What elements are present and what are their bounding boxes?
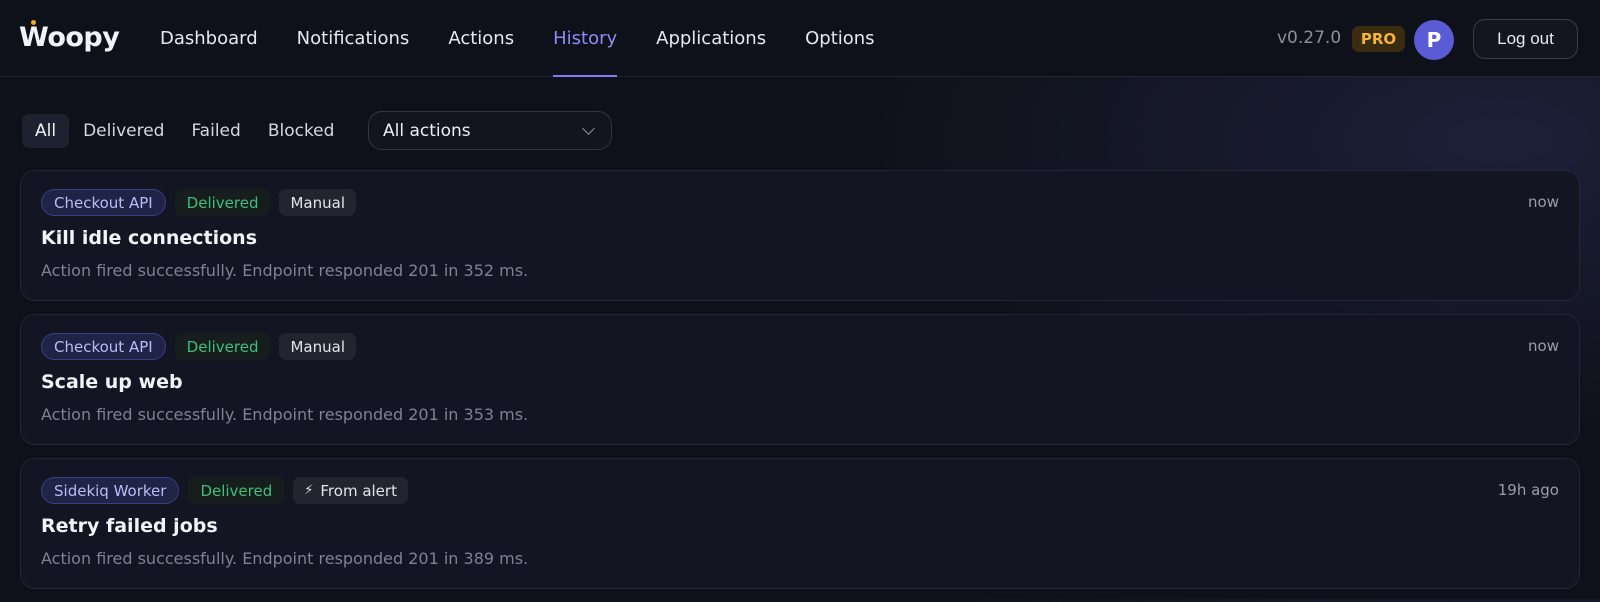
chevron-down-icon xyxy=(582,121,595,135)
source-badge: ⚡︎ From alert xyxy=(293,477,408,504)
logo-dot-icon xyxy=(31,20,36,25)
application-tag[interactable]: Sidekiq Worker xyxy=(41,477,180,504)
nav-options[interactable]: Options xyxy=(805,0,874,77)
history-item-time: now xyxy=(1528,337,1559,355)
history-item-title: Retry failed jobs xyxy=(41,515,218,537)
source-label: Manual xyxy=(290,337,345,356)
nav-actions[interactable]: Actions xyxy=(448,0,514,77)
app-logo[interactable]: Woopy xyxy=(19,20,120,53)
source-label: Manual xyxy=(290,193,345,212)
history-item[interactable]: Checkout API Delivered Manual now Kill i… xyxy=(20,170,1580,301)
history-item-time: now xyxy=(1528,193,1559,211)
history-item-time: 19h ago xyxy=(1497,481,1559,499)
logout-button[interactable]: Log out xyxy=(1473,19,1578,59)
application-tag[interactable]: Checkout API xyxy=(41,333,166,360)
action-filter-value: All actions xyxy=(383,120,471,141)
history-item-tags: Checkout API Delivered Manual xyxy=(41,189,365,216)
history-item-tags: Checkout API Delivered Manual xyxy=(41,333,365,360)
bolt-icon: ⚡︎ xyxy=(304,483,314,498)
source-badge: Manual xyxy=(279,333,356,360)
source-badge: Manual xyxy=(279,189,356,216)
status-filter-tabs: All Delivered Failed Blocked xyxy=(22,113,348,149)
app-version: v0.27.0 xyxy=(1277,28,1342,48)
top-navigation-bar: Woopy Dashboard Notifications Actions Hi… xyxy=(0,0,1600,77)
nav-applications[interactable]: Applications xyxy=(656,0,766,77)
pro-badge: PRO xyxy=(1352,26,1405,52)
action-filter-select[interactable]: All actions xyxy=(368,111,612,150)
history-item-tags: Sidekiq Worker Delivered ⚡︎ From alert xyxy=(41,477,417,504)
user-avatar[interactable]: P xyxy=(1414,20,1454,60)
source-label: From alert xyxy=(320,481,397,500)
filter-tab-failed[interactable]: Failed xyxy=(178,114,253,148)
status-badge: Delivered xyxy=(188,477,285,504)
filter-tab-delivered[interactable]: Delivered xyxy=(70,114,177,148)
filter-tab-all[interactable]: All xyxy=(22,114,70,148)
history-item[interactable]: Sidekiq Worker Delivered ⚡︎ From alert 1… xyxy=(20,458,1580,589)
status-badge: Delivered xyxy=(174,333,271,360)
history-item-message: Action fired successfully. Endpoint resp… xyxy=(41,549,529,568)
history-item-title: Scale up web xyxy=(41,371,183,393)
history-item-message: Action fired successfully. Endpoint resp… xyxy=(41,405,529,424)
nav-dashboard[interactable]: Dashboard xyxy=(160,0,258,77)
status-badge: Delivered xyxy=(174,189,271,216)
history-item-title: Kill idle connections xyxy=(41,227,258,249)
main-nav: Dashboard Notifications Actions History … xyxy=(160,0,914,77)
history-list: Checkout API Delivered Manual now Kill i… xyxy=(20,170,1580,602)
nav-history[interactable]: History xyxy=(553,0,618,77)
nav-notifications[interactable]: Notifications xyxy=(297,0,410,77)
filter-tab-blocked[interactable]: Blocked xyxy=(255,114,348,148)
logo-text: Woopy xyxy=(19,22,120,53)
application-tag[interactable]: Checkout API xyxy=(41,189,166,216)
history-item-message: Action fired successfully. Endpoint resp… xyxy=(41,261,529,280)
history-item[interactable]: Checkout API Delivered Manual now Scale … xyxy=(20,314,1580,445)
